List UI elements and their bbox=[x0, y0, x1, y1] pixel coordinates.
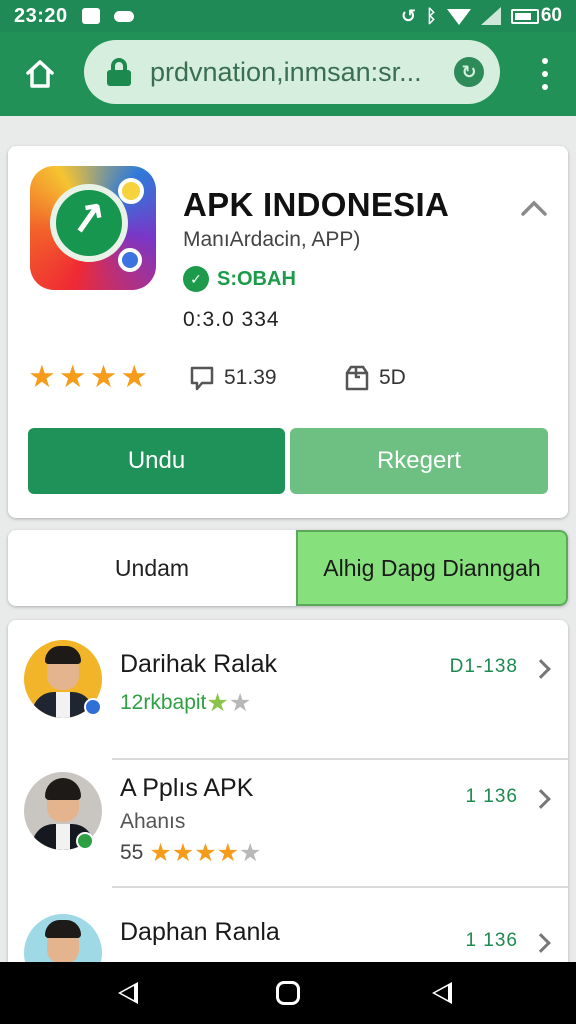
lock-icon bbox=[106, 58, 132, 86]
list-item-subtitle: 12rkbapit ★ ★ bbox=[120, 690, 251, 716]
system-nav-bar bbox=[0, 962, 576, 1024]
battery-level: 60 bbox=[540, 5, 562, 26]
star-icon: ★ bbox=[58, 359, 87, 394]
tab-alhig-dapg[interactable]: Alhig Dapg Dianngah bbox=[296, 530, 568, 606]
url-text: prdvnation,inmsan:sr... bbox=[150, 56, 422, 87]
app-logo-icon: ↗ bbox=[30, 166, 156, 290]
app-rating-stars: ★ ★ ★ ★ bbox=[28, 360, 148, 394]
package-icon bbox=[345, 365, 369, 391]
star-icon: ★ bbox=[206, 689, 229, 717]
star-icon: ★ bbox=[28, 359, 56, 394]
list-item-count: D1-138 bbox=[449, 656, 518, 677]
reviews-count: 51.39 bbox=[224, 366, 277, 389]
list-item-count: 1 136 bbox=[465, 930, 518, 951]
overflow-menu-button[interactable] bbox=[540, 58, 550, 90]
chevron-right-icon[interactable] bbox=[531, 659, 551, 679]
verified-icon bbox=[84, 698, 102, 716]
star-icon: ★ bbox=[216, 839, 240, 867]
list-item-count: 1 136 bbox=[465, 786, 518, 807]
list-item-subtitle-text: 12rkbapit bbox=[120, 691, 207, 714]
verified-icon bbox=[76, 832, 94, 850]
list-item[interactable]: A Pplıs APK Ahanıs 55 ★ ★ ★ ★ ★ 1 136 bbox=[8, 744, 568, 888]
chevron-right-icon[interactable] bbox=[531, 933, 551, 953]
app-developer: ManıArdacin, APP) bbox=[183, 228, 361, 251]
back-icon[interactable] bbox=[118, 982, 138, 1004]
home-icon bbox=[26, 60, 54, 88]
list-item-title: A Pplıs APK bbox=[120, 774, 254, 802]
url-field[interactable]: prdvnation,inmsan:sr... ↻ bbox=[84, 40, 500, 104]
list-item-title: Daphan Ranla bbox=[120, 918, 280, 946]
back-triangle-icon[interactable] bbox=[432, 982, 452, 1004]
verified-badge: ✓ S:OBAH bbox=[183, 266, 296, 292]
list-item[interactable]: Darihak Ralak 12rkbapit ★ ★ D1-138 bbox=[8, 620, 568, 760]
chevron-right-icon[interactable] bbox=[531, 789, 551, 809]
reviews-stat: 51.39 bbox=[188, 364, 277, 392]
app-size: 5D bbox=[379, 366, 406, 389]
app-list: Darihak Ralak 12rkbapit ★ ★ D1-138 A Ppl… bbox=[8, 620, 568, 980]
tab-bar: Undam Alhig Dapg Dianngah bbox=[8, 530, 568, 606]
battery-icon bbox=[510, 8, 539, 24]
chevron-up-icon[interactable] bbox=[520, 198, 548, 218]
tab-undam[interactable]: Undam bbox=[8, 530, 296, 606]
gallery-icon bbox=[81, 8, 100, 24]
star-icon: ★ bbox=[120, 359, 149, 394]
status-bar: 23:20 ↺ ᛒ 60 bbox=[0, 0, 576, 32]
list-item-title: Darihak Ralak bbox=[120, 650, 278, 678]
wifi-icon bbox=[446, 9, 471, 25]
status-time: 23:20 bbox=[14, 4, 68, 27]
star-icon: ★ bbox=[89, 359, 118, 394]
list-item-rating: 55 ★ ★ ★ ★ ★ bbox=[120, 840, 261, 866]
app-card: ↗ APK INDONESIA ManıArdacin, APP) ✓ S:OB… bbox=[8, 146, 568, 518]
register-button[interactable]: Rkegert bbox=[290, 428, 548, 494]
download-button[interactable]: Undu bbox=[28, 428, 285, 494]
home-circle-icon[interactable] bbox=[276, 981, 300, 1005]
browser-toolbar: prdvnation,inmsan:sr... ↻ bbox=[0, 32, 576, 116]
check-circle-icon: ✓ bbox=[183, 266, 209, 292]
comment-icon bbox=[190, 366, 214, 391]
size-stat: 5D bbox=[343, 364, 406, 392]
bluetooth-icon: ᛒ bbox=[426, 5, 437, 26]
signal-icon bbox=[480, 7, 501, 25]
rating-value: 55 bbox=[120, 841, 144, 864]
star-icon: ★ bbox=[194, 839, 217, 867]
reload-icon[interactable]: ↻ bbox=[454, 57, 484, 87]
verified-label: S:OBAH bbox=[217, 267, 296, 290]
app-version: 0:3.0 334 bbox=[183, 308, 280, 331]
cloud-icon bbox=[113, 10, 134, 22]
app-title: APK INDONESIA bbox=[183, 186, 450, 223]
list-item-developer: Ahanıs bbox=[120, 810, 186, 833]
star-empty-icon: ★ bbox=[239, 839, 262, 867]
star-icon: ★ bbox=[171, 839, 195, 867]
sync-icon: ↺ bbox=[400, 5, 417, 26]
star-empty-icon: ★ bbox=[228, 689, 252, 717]
home-button[interactable] bbox=[20, 54, 60, 94]
star-icon: ★ bbox=[149, 839, 172, 867]
